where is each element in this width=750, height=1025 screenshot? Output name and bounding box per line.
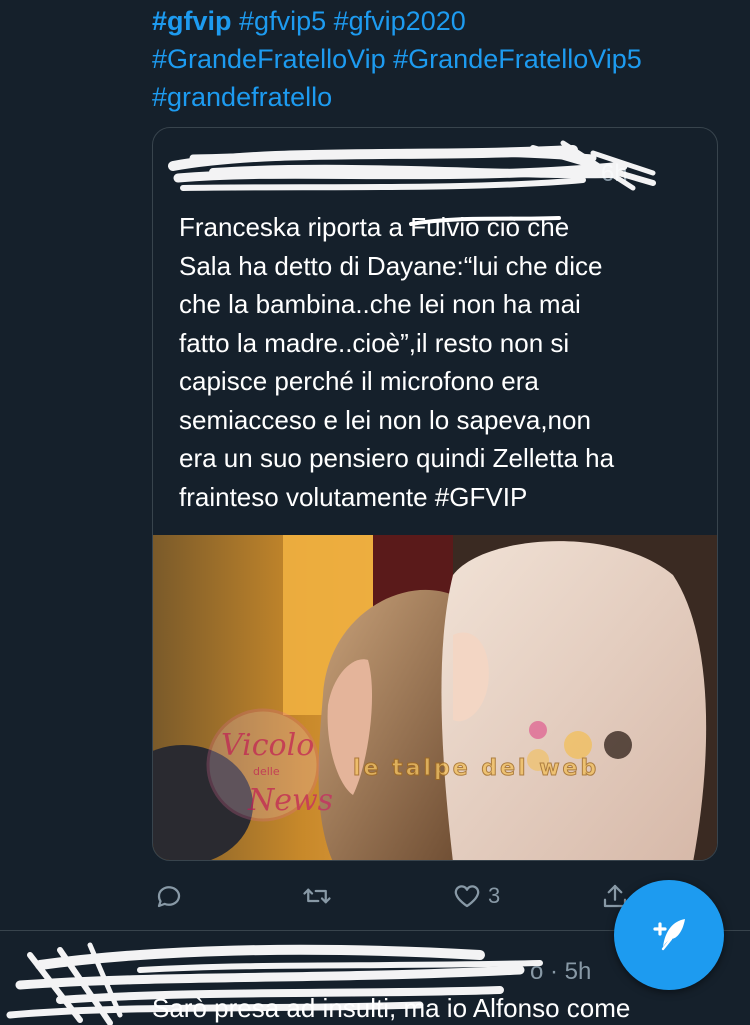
retweet-icon <box>303 888 331 904</box>
tweet-hashtags: #gfvip #gfvip5 #gfvip2020 #GrandeFratell… <box>152 2 732 116</box>
hashtag-link[interactable]: #grandefratello <box>152 82 332 112</box>
quoted-tweet-text: Franceska riporta a Fulvio ciò che Sala … <box>179 212 615 512</box>
tweet-action-bar: 3 <box>152 874 632 918</box>
reply-icon <box>157 886 181 908</box>
quoted-tweet-header[interactable]: 6h <box>153 128 717 200</box>
reply-button[interactable] <box>154 874 184 918</box>
svg-text:Vicolo: Vicolo <box>221 728 314 763</box>
like-count: 3 <box>488 883 501 908</box>
compose-tweet-button[interactable] <box>614 880 724 990</box>
like-button[interactable]: 3 <box>452 874 500 918</box>
quoted-tweet-image[interactable]: Vicolo delle News le talpe del web <box>153 535 717 860</box>
svg-text:News: News <box>247 783 333 818</box>
hashtag-link[interactable]: #gfvip2020 <box>334 6 466 36</box>
hashtag-link[interactable]: #gfvip <box>152 6 232 36</box>
redaction-scribble <box>168 140 656 191</box>
video-frame-image: Vicolo delle News le talpe del web <box>153 535 717 860</box>
quoted-tweet-time: 6h <box>601 160 628 187</box>
heart-icon <box>454 885 480 908</box>
next-tweet-text: Sarò presa ad insulti, ma io Alfonso com… <box>152 993 631 1023</box>
retweet-button[interactable] <box>302 874 332 918</box>
svg-text:delle: delle <box>253 765 280 778</box>
hashtag-link[interactable]: #gfvip5 <box>239 6 326 36</box>
hashtag-link[interactable]: #GrandeFratelloVip5 <box>393 44 642 74</box>
hashtag-link[interactable]: #GrandeFratelloVip <box>152 44 386 74</box>
next-tweet-time: o · 5h <box>530 958 592 985</box>
quoted-tweet-card[interactable]: 6h Franceska riporta a Fulvio ciò che Sa… <box>152 127 718 861</box>
compose-tweet-icon <box>653 919 685 951</box>
svg-text:le talpe del web: le talpe del web <box>353 756 599 781</box>
